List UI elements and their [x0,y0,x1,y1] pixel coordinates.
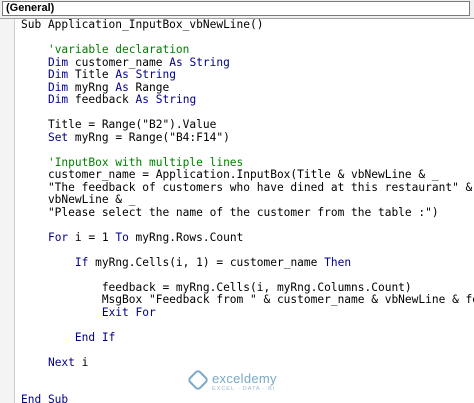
code-text: feedback [68,93,136,106]
exceldemy-logo-icon [186,368,210,392]
code-text: i = 1 [68,230,116,244]
code-keyword: Dim [47,68,69,81]
code-line[interactable]: If myRng.Cells(i, 1) = customer_name The… [21,255,474,270]
code-text: myRng [68,80,116,94]
code-text: Title = Range("B2").Value [21,118,217,131]
code-keyword: Dim [47,55,69,69]
code-keyword: To [115,230,129,244]
code-keyword: Exit For [101,305,156,319]
code-text: vbNewLine & _ [21,193,136,206]
code-text: myRng.Cells(i, 1) = customer_name [88,255,325,269]
code-keyword: As [115,80,129,94]
code-line[interactable]: End If [21,330,474,345]
code-keyword: String [155,93,197,106]
code-text: Range [128,80,170,94]
code-keyword: As [115,68,129,81]
code-keyword: If [74,255,89,269]
watermark-tagline: EXCEL · DATA · BI [212,386,276,392]
code-keyword: End Sub [21,393,69,403]
code-keyword: String [189,55,230,69]
code-line[interactable]: Sub Application_InputBox_vbNewLine() [21,19,474,32]
code-keyword: End If [74,330,116,344]
code-keyword: Dim [47,93,69,106]
code-text: myRng.Rows.Count [128,230,244,244]
code-line[interactable] [21,344,474,357]
code-line[interactable]: For i = 1 To myRng.Rows.Count [21,230,474,245]
code-text: Sub Application_InputBox_vbNewLine() [21,19,264,31]
code-keyword: Dim [47,80,69,94]
code-keyword: Then [324,255,352,269]
code-text: "The feedback of customers who have dine… [21,180,474,194]
code-comment: 'variable declaration [47,43,190,56]
code-text: myRng = Range("B4:F14") [68,130,230,144]
code-keyword: String [135,68,176,81]
code-keyword: For [47,230,69,244]
code-text: "Please select the name of the customer … [21,205,439,219]
code-editor[interactable]: Sub Application_InputBox_vbNewLine() 'va… [21,19,474,403]
code-line[interactable]: Exit For [21,305,474,320]
watermark-name: exceldemy [212,371,277,386]
code-text: customer_name = Application.InputBox(Tit… [21,168,439,181]
margin-indicator-bar[interactable] [0,19,15,403]
object-dropdown[interactable]: (General) [2,1,470,16]
code-line[interactable]: Next i [21,355,474,370]
code-text: Title [68,68,116,81]
code-line[interactable]: "Please select the name of the customer … [21,205,474,220]
code-keyword: As [135,93,150,106]
code-keyword: As [169,55,183,69]
exceldemy-watermark: exceldemy EXCEL · DATA · BI [186,368,330,397]
code-text: customer_name [68,55,170,69]
code-line[interactable]: Dim feedback As String [21,93,474,107]
code-keyword: Set [47,130,69,144]
code-text: MsgBox "Feedback from " & customer_name … [21,293,474,306]
code-comment: 'InputBox with multiple lines [47,155,244,169]
code-text: feedback = myRng.Cells(i, myRng.Columns.… [21,280,412,294]
code-text: i [74,355,89,369]
code-line[interactable]: Set myRng = Range("B4:F14") [21,130,474,145]
code-keyword: Next [47,355,75,369]
object-toolbar: (General) [0,0,474,19]
